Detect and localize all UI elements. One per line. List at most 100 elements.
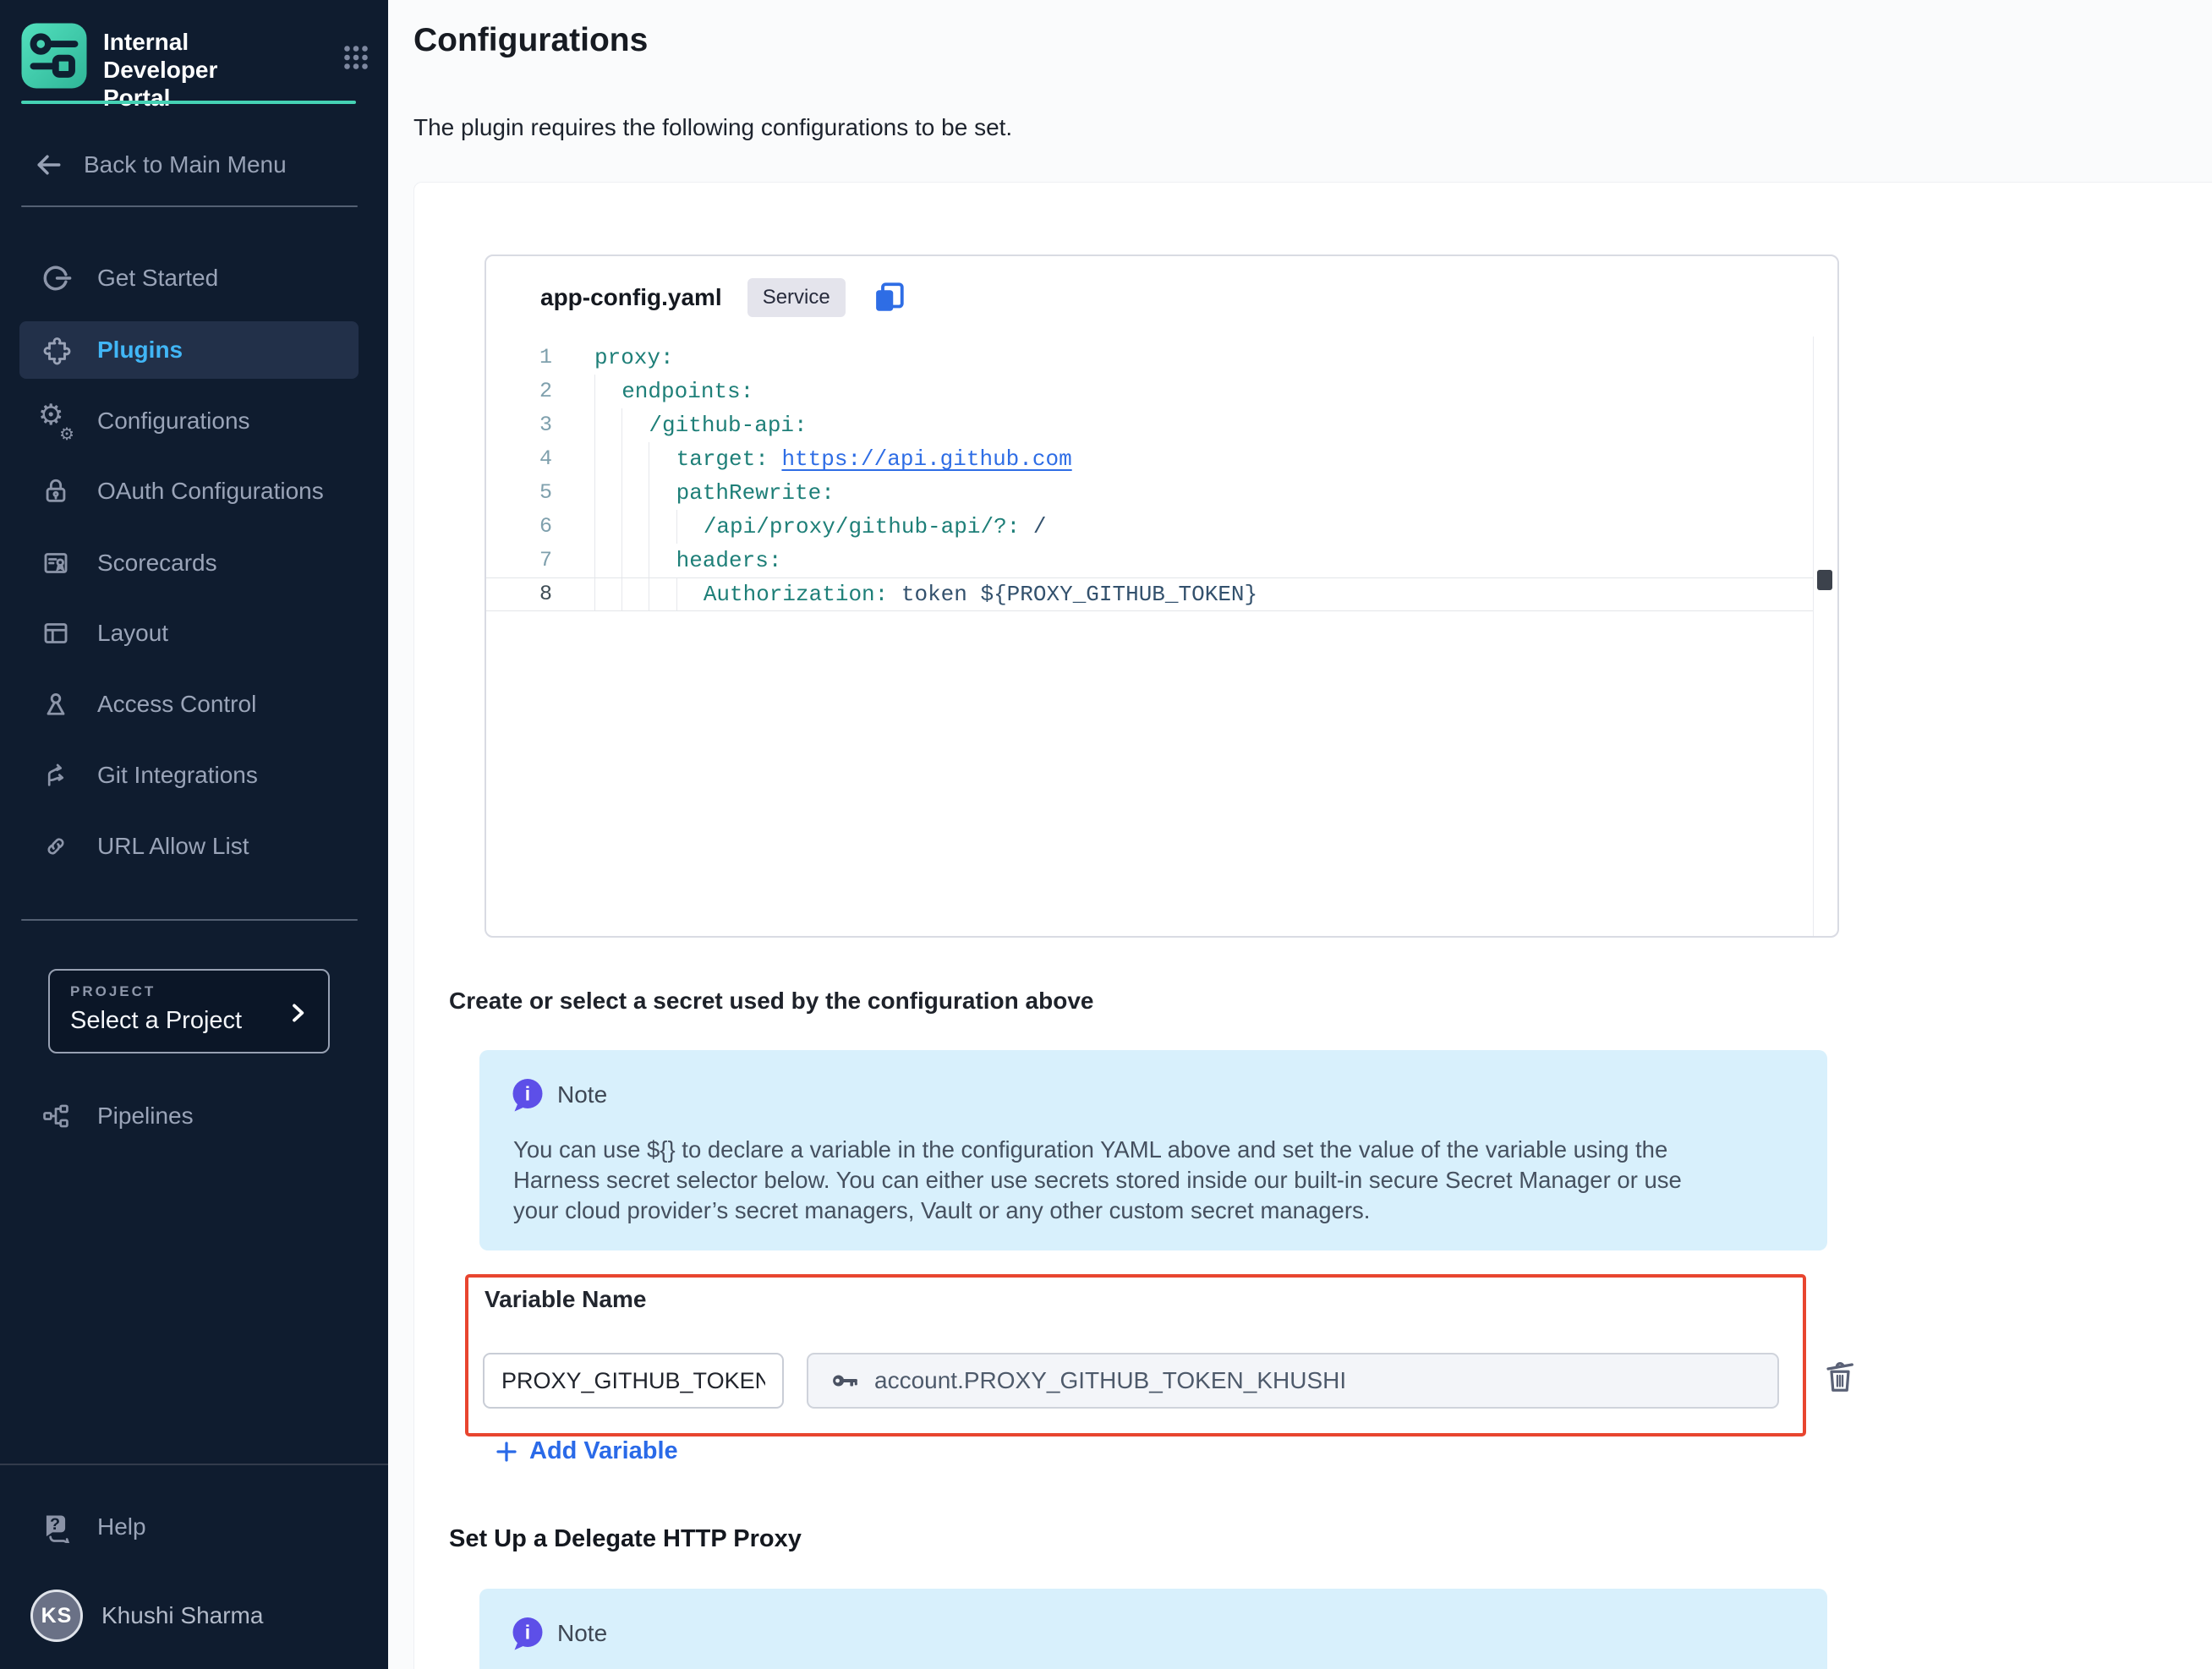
sidebar-item-scorecards[interactable]: Scorecards — [19, 534, 359, 592]
sidebar: Internal Developer Portal Back to Main M… — [0, 0, 388, 1669]
avatar: KS — [30, 1590, 83, 1642]
sidebar-item-access-control[interactable]: Access Control — [19, 676, 359, 733]
svg-text:?: ? — [50, 1515, 60, 1534]
sidebar-item-label: Configurations — [97, 408, 250, 435]
lock-icon — [40, 475, 72, 507]
note-body-line: your cloud provider’s secret managers, V… — [513, 1196, 1682, 1226]
svg-text:i: i — [525, 1622, 530, 1644]
sidebar-item-label: Plugins — [97, 337, 183, 364]
code-line-3: 3/github-api: — [486, 408, 1814, 442]
svg-text:i: i — [525, 1083, 530, 1105]
note-callout: i Note You can use ${} to declare a vari… — [479, 1050, 1827, 1250]
divider — [0, 1464, 388, 1465]
trash-icon[interactable] — [1821, 1357, 1859, 1396]
puzzle-icon — [40, 334, 72, 366]
back-label: Back to Main Menu — [84, 151, 287, 178]
code-area[interactable]: 1proxy:2endpoints:3/github-api:4target: … — [486, 341, 1814, 611]
code-line-7: 7headers: — [486, 544, 1814, 577]
secret-section-heading: Create or select a secret used by the co… — [449, 988, 1093, 1015]
sidebar-item-layout[interactable]: Layout — [19, 605, 359, 662]
code-line-1: 1proxy: — [486, 341, 1814, 375]
person-icon — [40, 688, 72, 720]
info-icon: i — [510, 1077, 545, 1113]
app-logo-icon — [19, 20, 90, 91]
editor-header: app-config.yaml Service — [540, 278, 906, 317]
gears-icon: ⚙⚙ — [40, 405, 72, 437]
note-title: Note — [557, 1620, 607, 1647]
user-name: Khushi Sharma — [101, 1602, 263, 1629]
apps-grid-icon[interactable] — [341, 42, 371, 73]
sidebar-item-oauth-configurations[interactable]: OAuth Configurations — [19, 462, 359, 520]
project-label: Select a Project — [70, 1007, 308, 1035]
page: { "colors": { "sidebar_bg": "#0f1c2f", "… — [0, 0, 2212, 1669]
key-icon — [830, 1366, 859, 1395]
back-to-main-menu-button[interactable]: Back to Main Menu — [21, 138, 358, 192]
divider — [21, 205, 358, 207]
info-icon: i — [510, 1616, 545, 1651]
note-body: You can use ${} to declare a variable in… — [513, 1135, 1682, 1226]
link-icon — [40, 830, 72, 862]
page-subtitle: The plugin requires the following config… — [413, 114, 1012, 141]
chevron-right-icon — [284, 999, 311, 1026]
code-line-5: 5pathRewrite: — [486, 476, 1814, 510]
sidebar-item-label: Git Integrations — [97, 762, 258, 789]
note-title: Note — [557, 1081, 607, 1108]
yaml-editor: app-config.yaml Service 1proxy:2endpoint… — [485, 254, 1839, 938]
sidebar-item-configurations[interactable]: ⚙⚙ Configurations — [19, 392, 359, 450]
note-header: i Note — [510, 1616, 607, 1651]
sidebar-item-get-started[interactable]: Get Started — [19, 249, 359, 307]
secret-selector[interactable]: account.PROXY_GITHUB_TOKEN_KHUSHI — [807, 1353, 1779, 1409]
delegate-proxy-heading: Set Up a Delegate HTTP Proxy — [449, 1525, 802, 1553]
sidebar-item-label: OAuth Configurations — [97, 478, 324, 505]
note-header: i Note — [510, 1077, 607, 1113]
page-title: Configurations — [413, 22, 648, 59]
sidebar-item-pipelines[interactable]: Pipelines — [19, 1087, 359, 1145]
sidebar-item-label: Access Control — [97, 691, 256, 718]
note-callout: i Note — [479, 1589, 1827, 1669]
sidebar-header: Internal Developer Portal — [19, 20, 371, 112]
main-content: Configurations The plugin requires the f… — [388, 0, 2212, 1669]
code-line-8: 8Authorization: token ${PROXY_GITHUB_TOK… — [486, 577, 1814, 611]
variable-name-input[interactable] — [483, 1353, 784, 1409]
code-line-2: 2endpoints: — [486, 375, 1814, 408]
sidebar-item-label: Get Started — [97, 265, 218, 292]
git-branch-icon — [40, 759, 72, 791]
content-card: app-config.yaml Service 1proxy:2endpoint… — [413, 182, 2212, 1669]
sidebar-item-label: Pipelines — [97, 1103, 194, 1130]
copy-icon[interactable] — [871, 280, 906, 315]
add-variable-button[interactable]: Add Variable — [494, 1437, 678, 1465]
sidebar-item-label: URL Allow List — [97, 833, 249, 860]
note-body-line: You can use ${} to declare a variable in… — [513, 1135, 1682, 1165]
user-menu[interactable]: KS Khushi Sharma — [30, 1590, 263, 1642]
scorecard-icon — [40, 547, 72, 579]
help-chat-icon: ? — [40, 1511, 72, 1543]
note-body-line: Harness secret selector below. You can e… — [513, 1165, 1682, 1196]
variable-row-highlight: Variable Name account.PROXY_GITHUB_TOKEN… — [465, 1274, 1806, 1436]
divider — [21, 919, 358, 921]
scrollbar-thumb[interactable] — [1817, 570, 1832, 590]
plus-icon — [494, 1439, 519, 1464]
sidebar-item-plugins[interactable]: Plugins — [19, 321, 359, 379]
pipelines-icon — [40, 1100, 72, 1132]
code-line-4: 4target: https://api.github.com — [486, 442, 1814, 476]
app-title: Internal Developer Portal — [103, 20, 289, 112]
sidebar-item-label: Scorecards — [97, 550, 217, 577]
sidebar-item-label: Layout — [97, 620, 168, 647]
code-line-6: 6/api/proxy/github-api/?: / — [486, 510, 1814, 544]
secret-value: account.PROXY_GITHUB_TOKEN_KHUSHI — [874, 1367, 1346, 1394]
sidebar-item-url-allow-list[interactable]: URL Allow List — [19, 818, 359, 875]
back-arrow-icon — [33, 150, 63, 180]
layout-icon — [40, 617, 72, 649]
variable-name-label: Variable Name — [485, 1286, 646, 1313]
add-variable-label: Add Variable — [529, 1437, 678, 1465]
project-selector[interactable]: PROJECT Select a Project — [48, 969, 330, 1053]
help-label: Help — [97, 1513, 146, 1540]
sidebar-item-git-integrations[interactable]: Git Integrations — [19, 747, 359, 804]
help-button[interactable]: ? Help — [19, 1498, 359, 1556]
get-started-icon — [40, 262, 72, 294]
accent-divider — [21, 101, 356, 104]
editor-scrollbar — [1813, 337, 1837, 936]
service-badge: Service — [747, 278, 846, 317]
project-eyebrow: PROJECT — [70, 983, 308, 1000]
editor-filename: app-config.yaml — [540, 284, 722, 311]
